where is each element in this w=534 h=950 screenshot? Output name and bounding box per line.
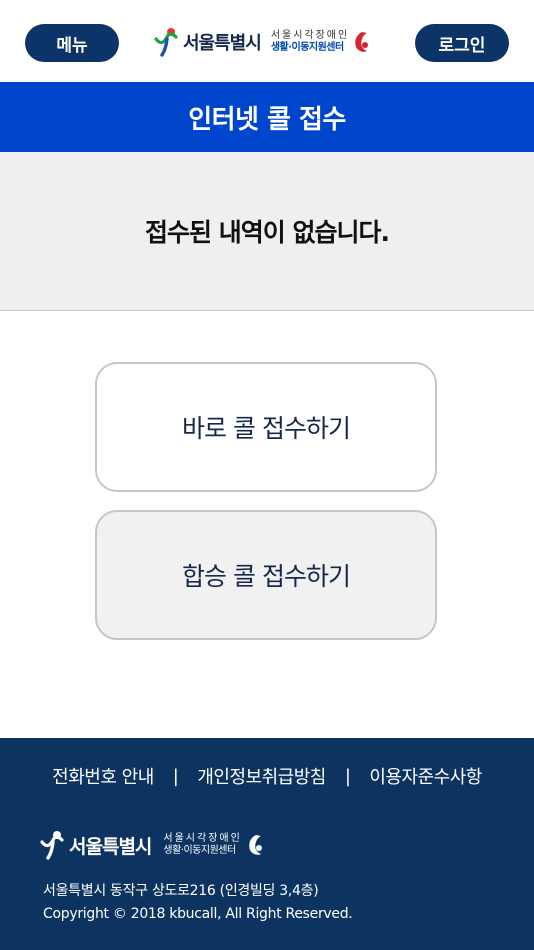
footer-link-privacy-policy[interactable]: 개인정보취급방침 <box>197 763 326 789</box>
footer-logo-center-name: 서울시각장애인 생활·이동지원센터 <box>163 833 242 856</box>
footer-link-user-rules[interactable]: 이용자준수사항 <box>369 763 482 789</box>
footer-logo-city-name: 서울특별시 <box>69 835 152 858</box>
footer-info: 서울특별시 동작구 상도로216 (인경빌딩 3,4층) Copyright ©… <box>43 880 353 926</box>
menu-button[interactable]: 메뉴 <box>25 24 119 62</box>
site-footer: 전화번호 안내 | 개인정보취급방침 | 이용자준수사항 서울특별시 서울시각장… <box>0 738 534 950</box>
center-emblem-icon <box>249 835 262 855</box>
header-logo[interactable]: 서울특별시 서울시각장애인 생활·이동지원센터 <box>154 24 371 60</box>
logo-center-name: 서울시각장애인 생활·이동지원센터 <box>270 30 350 53</box>
page-title: 인터넷 콜 접수 <box>0 82 534 152</box>
footer-address: 서울특별시 동작구 상도로216 (인경빌딩 3,4층) <box>43 883 319 899</box>
footer-logo: 서울특별시 서울시각장애인 생활·이동지원센터 <box>40 830 265 860</box>
quick-call-button[interactable]: 바로 콜 접수하기 <box>95 362 437 492</box>
logo-city-name: 서울특별시 <box>183 33 262 54</box>
center-emblem-icon <box>355 32 369 52</box>
footer-separator: | <box>172 765 179 787</box>
footer-link-phone-info[interactable]: 전화번호 안내 <box>52 763 154 789</box>
share-call-button[interactable]: 합승 콜 접수하기 <box>95 510 437 640</box>
login-button[interactable]: 로그인 <box>415 24 509 62</box>
seoul-logo-icon <box>154 28 178 57</box>
footer-copyright: Copyright © 2018 kbucall, All Right Rese… <box>43 906 353 922</box>
footer-separator: | <box>344 765 351 787</box>
seoul-logo-icon <box>40 831 64 860</box>
app-header: 메뉴 서울특별시 서울시각장애인 생활·이동지원센터 로그인 <box>0 0 534 82</box>
empty-state-message: 접수된 내역이 없습니다. <box>0 152 534 311</box>
footer-links: 전화번호 안내 | 개인정보취급방침 | 이용자준수사항 <box>0 763 534 789</box>
